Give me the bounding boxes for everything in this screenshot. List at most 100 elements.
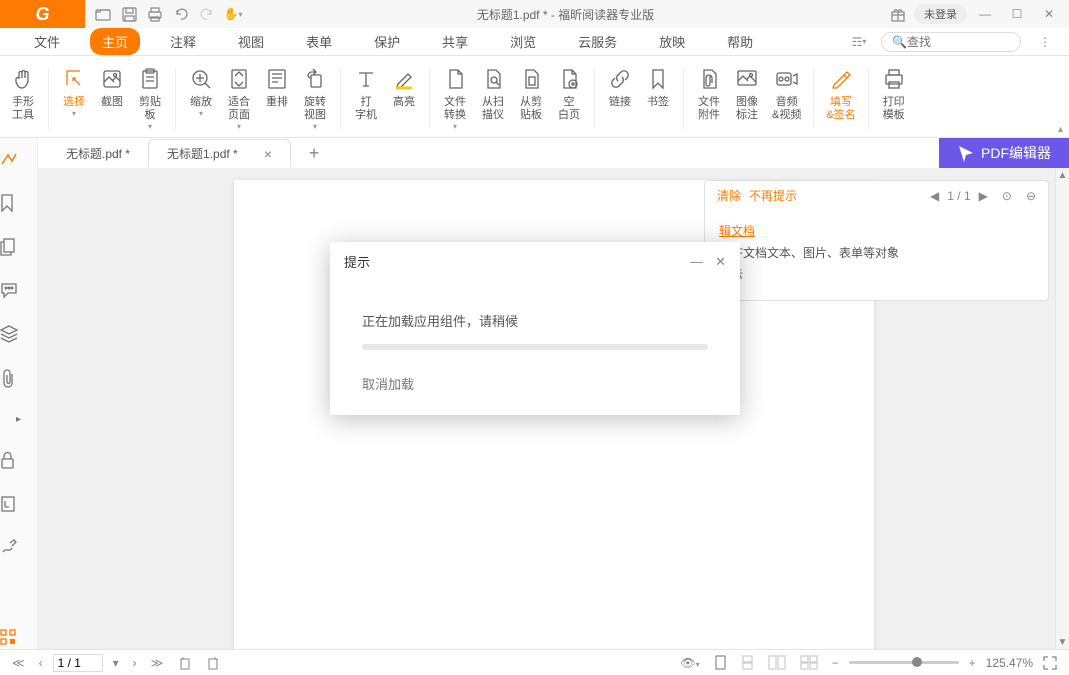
menu-view[interactable]: 视图 bbox=[226, 28, 276, 55]
panel-next-icon[interactable]: ▶ bbox=[979, 189, 988, 203]
bookmark-button[interactable]: 书签 bbox=[639, 64, 677, 133]
read-mode-icon[interactable]: 👁▾ bbox=[676, 654, 703, 672]
gift-icon[interactable] bbox=[886, 2, 910, 26]
menu-comment[interactable]: 注释 bbox=[158, 28, 208, 55]
redo-icon[interactable] bbox=[195, 2, 219, 26]
status-bar: ≪ ‹ ▾ › ≫ 👁▾ − + 125.47% bbox=[0, 649, 1069, 675]
typewriter-button[interactable]: 打字机 bbox=[347, 64, 385, 133]
clipboard-button[interactable]: 剪贴板▾ bbox=[131, 64, 169, 133]
snapshot-button[interactable]: 截图 bbox=[93, 64, 131, 133]
dialog-title: 提示 bbox=[344, 252, 370, 271]
scroll-down-icon[interactable]: ▼ bbox=[1056, 635, 1069, 649]
menu-help[interactable]: 帮助 bbox=[715, 28, 765, 55]
hand-dropdown-icon[interactable]: ✋▾ bbox=[221, 2, 245, 26]
ribbon-collapse-icon[interactable]: ▴ bbox=[1058, 124, 1063, 135]
highlight-button[interactable]: 高亮 bbox=[385, 64, 423, 133]
menu-form[interactable]: 表单 bbox=[294, 28, 344, 55]
zoom-slider[interactable] bbox=[849, 661, 959, 664]
prev-page-button[interactable]: ‹ bbox=[35, 654, 47, 672]
hand-tool-button[interactable]: 手形工具 bbox=[4, 64, 42, 133]
pdf-editor-button[interactable]: PDF编辑器 bbox=[939, 138, 1069, 169]
last-page-button[interactable]: ≫ bbox=[147, 654, 168, 672]
sidebar-bookmark-icon[interactable] bbox=[0, 190, 37, 216]
print-icon[interactable] bbox=[143, 2, 167, 26]
open-icon[interactable] bbox=[91, 2, 115, 26]
fit-page-button[interactable]: 适合页面▾ bbox=[220, 64, 258, 133]
print-template-button[interactable]: 打印模板 bbox=[875, 64, 913, 133]
dialog-minimize-button[interactable]: — bbox=[690, 254, 703, 270]
continuous-icon[interactable] bbox=[737, 653, 758, 672]
tab-doc-0[interactable]: 无标题.pdf * bbox=[48, 140, 148, 167]
blank-page-button[interactable]: 空白页 bbox=[550, 64, 588, 133]
select-button[interactable]: 选择▾ bbox=[55, 64, 93, 133]
zoom-button[interactable]: 缩放▾ bbox=[182, 64, 220, 133]
tab-doc-1[interactable]: 无标题1.pdf *× bbox=[148, 139, 291, 167]
search-box[interactable]: 🔍 bbox=[881, 32, 1021, 52]
undo-icon[interactable] bbox=[169, 2, 193, 26]
facing-icon[interactable] bbox=[764, 653, 790, 672]
menu-share[interactable]: 共享 bbox=[430, 28, 480, 55]
sidebar-layers-icon[interactable] bbox=[0, 321, 37, 347]
title-bar: G ✋▾ 无标题1.pdf * - 福昕阅读器专业版 未登录 — ☐ ✕ bbox=[0, 0, 1069, 28]
reflow-button[interactable]: 重排 bbox=[258, 64, 296, 133]
search-input[interactable] bbox=[907, 35, 997, 49]
page-number-input[interactable] bbox=[53, 654, 103, 672]
rotate-left-icon[interactable] bbox=[173, 653, 196, 672]
link-button[interactable]: 链接 bbox=[601, 64, 639, 133]
new-tab-button[interactable]: + bbox=[301, 143, 328, 164]
menu-bar: 文件 主页 注释 视图 表单 保护 共享 浏览 云服务 放映 帮助 ☶▾ 🔍 ⋮ bbox=[0, 28, 1069, 56]
menu-play[interactable]: 放映 bbox=[647, 28, 697, 55]
tab-bar: 无标题.pdf * 无标题1.pdf *× + PDF编辑器 bbox=[38, 138, 1069, 168]
sidebar-field-icon[interactable] bbox=[0, 491, 37, 517]
scroll-up-icon[interactable]: ▲ bbox=[1056, 168, 1069, 182]
menu-browse[interactable]: 浏览 bbox=[498, 28, 548, 55]
zoom-out-button[interactable]: − bbox=[828, 654, 843, 672]
sidebar-signature-icon[interactable] bbox=[0, 535, 37, 561]
maximize-button[interactable]: ☐ bbox=[1003, 2, 1031, 26]
menu-home[interactable]: 主页 bbox=[90, 28, 140, 55]
sidebar-attach-icon[interactable] bbox=[0, 365, 37, 392]
audio-video-button[interactable]: 音频&视频 bbox=[766, 64, 807, 133]
find-toggle-icon[interactable]: ☶▾ bbox=[847, 30, 871, 54]
sidebar-start-icon[interactable] bbox=[0, 146, 37, 172]
image-annotate-button[interactable]: 图像标注 bbox=[728, 64, 766, 133]
facing-continuous-icon[interactable] bbox=[796, 653, 822, 672]
single-page-icon[interactable] bbox=[710, 653, 731, 672]
sidebar-expand-icon[interactable]: ▸ bbox=[0, 410, 37, 429]
search-icon: 🔍 bbox=[892, 35, 907, 49]
more-menu-icon[interactable]: ⋮ bbox=[1031, 35, 1059, 49]
zoom-in-button[interactable]: + bbox=[965, 654, 980, 672]
menu-protect[interactable]: 保护 bbox=[362, 28, 412, 55]
page-dropdown-icon[interactable]: ▾ bbox=[109, 654, 123, 672]
panel-link[interactable]: 辑文档 bbox=[719, 224, 755, 238]
panel-settings-icon[interactable]: ⊙ bbox=[1002, 189, 1012, 203]
menu-file[interactable]: 文件 bbox=[22, 28, 72, 55]
close-window-button[interactable]: ✕ bbox=[1035, 2, 1063, 26]
panel-prev-icon[interactable]: ◀ bbox=[930, 189, 939, 203]
file-convert-button[interactable]: 文件转换▾ bbox=[436, 64, 474, 133]
vertical-scrollbar[interactable]: ▲ ▼ bbox=[1055, 168, 1069, 649]
file-attach-button[interactable]: 文件附件 bbox=[690, 64, 728, 133]
minimize-button[interactable]: — bbox=[971, 2, 999, 26]
panel-clear-button[interactable]: 清除 bbox=[717, 187, 741, 204]
rotate-view-button[interactable]: 旋转视图▾ bbox=[296, 64, 334, 133]
from-scanner-button[interactable]: 从扫描仪 bbox=[474, 64, 512, 133]
login-button[interactable]: 未登录 bbox=[914, 4, 967, 24]
sidebar-comment-icon[interactable] bbox=[0, 278, 37, 303]
close-tab-icon[interactable]: × bbox=[264, 146, 272, 162]
first-page-button[interactable]: ≪ bbox=[8, 654, 29, 672]
save-icon[interactable] bbox=[117, 2, 141, 26]
sidebar-apps-icon[interactable] bbox=[0, 625, 37, 649]
from-clipboard-button[interactable]: 从剪贴板 bbox=[512, 64, 550, 133]
fill-sign-button[interactable]: 填写&签名 bbox=[820, 64, 861, 133]
sidebar-pages-icon[interactable] bbox=[0, 234, 37, 260]
rotate-right-icon[interactable] bbox=[202, 653, 225, 672]
menu-cloud[interactable]: 云服务 bbox=[566, 28, 629, 55]
fullscreen-icon[interactable] bbox=[1039, 654, 1061, 672]
panel-minimize-icon[interactable]: ⊖ bbox=[1026, 189, 1036, 203]
panel-noprompt-button[interactable]: 不再提示 bbox=[749, 187, 797, 204]
next-page-button[interactable]: › bbox=[129, 654, 141, 672]
dialog-cancel-button[interactable]: 取消加载 bbox=[330, 374, 740, 415]
dialog-close-button[interactable]: ✕ bbox=[715, 254, 726, 270]
sidebar-security-icon[interactable] bbox=[0, 447, 37, 473]
